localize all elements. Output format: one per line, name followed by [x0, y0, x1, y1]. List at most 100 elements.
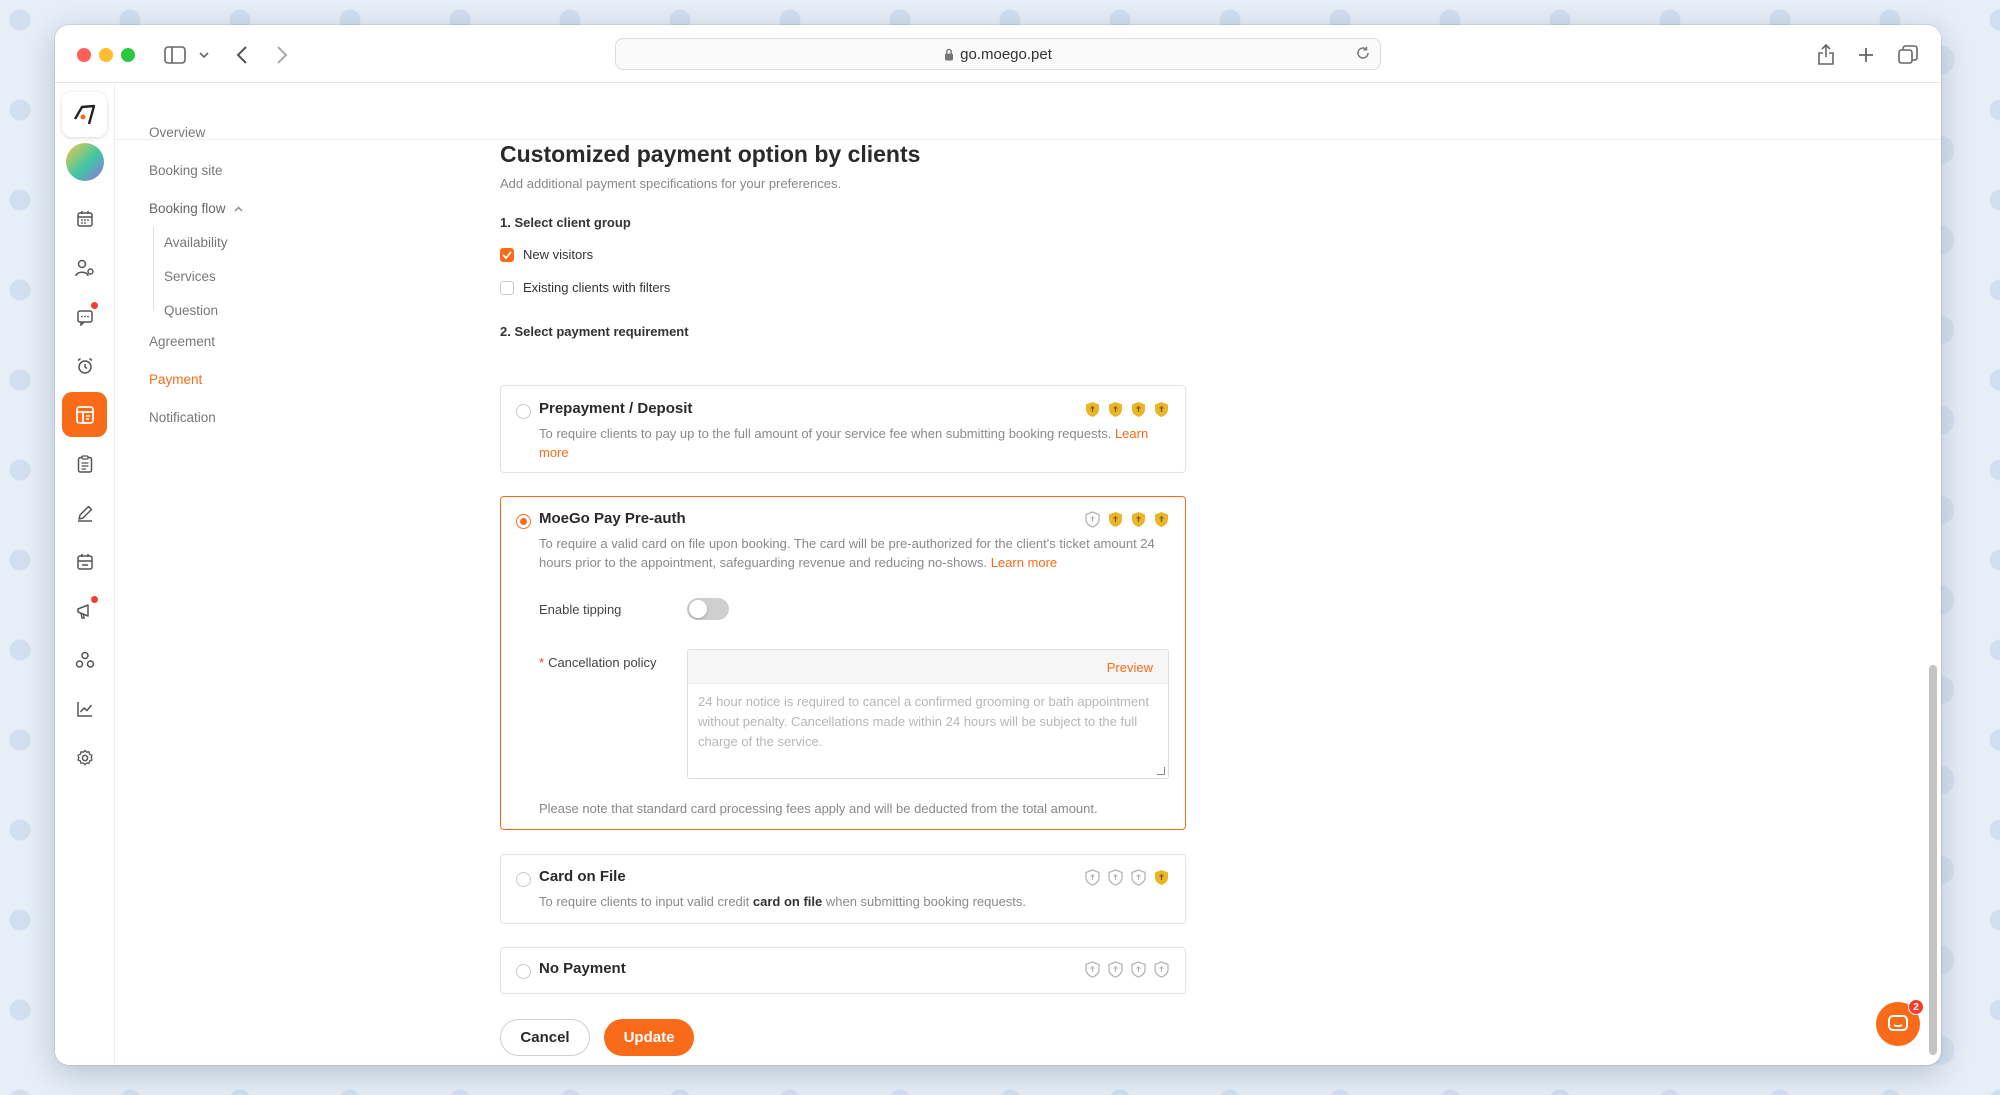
shield-gold-icon — [1107, 401, 1123, 418]
new-visitors-label: New visitors — [523, 247, 594, 262]
calendar-icon[interactable] — [62, 196, 107, 241]
tab-overview-icon[interactable] — [1894, 41, 1922, 69]
app-header — [115, 84, 1941, 140]
shield-gold-icon — [1130, 401, 1146, 418]
prepayment-title: Prepayment / Deposit — [539, 400, 693, 417]
store-avatar-icon — [65, 142, 104, 181]
subnav-tree-line — [153, 227, 154, 311]
editor-toolbar: Preview — [688, 650, 1168, 684]
clients-icon[interactable] — [62, 245, 107, 290]
nav-availability[interactable]: Availability — [164, 235, 228, 250]
cancellation-policy-editor[interactable]: Preview 24 hour notice is required to ca… — [687, 649, 1169, 779]
messages-icon[interactable] — [62, 294, 107, 339]
page-subtitle: Add additional payment specifications fo… — [500, 176, 842, 191]
tipping-label: Enable tipping — [539, 602, 622, 617]
new-visitors-checkbox[interactable] — [500, 247, 514, 262]
no-payment-radio[interactable] — [516, 964, 531, 979]
business-avatar[interactable] — [62, 139, 107, 184]
page-scrollbar[interactable] — [1929, 665, 1937, 1055]
shield-gold-icon — [1153, 511, 1169, 528]
edit-pen-icon[interactable] — [62, 490, 107, 535]
lock-icon — [944, 48, 954, 61]
nav-question[interactable]: Question — [164, 303, 218, 318]
cancellation-policy-label: * Cancellation policy — [539, 655, 656, 670]
marketing-alert-dot — [91, 596, 98, 603]
policy-preview-button[interactable]: Preview — [1107, 660, 1153, 675]
shield-grey-icon — [1084, 869, 1100, 886]
nav-services[interactable]: Services — [164, 269, 216, 284]
nav-booking-flow[interactable]: Booking flow — [149, 201, 243, 216]
shield-grey-icon — [1084, 961, 1100, 978]
chevron-up-icon — [234, 206, 243, 211]
required-asterisk: * — [539, 655, 545, 670]
address-bar[interactable]: go.moego.pet — [615, 38, 1381, 70]
support-chat-button[interactable]: 2 — [1876, 999, 1924, 1046]
schedule-icon[interactable] — [62, 539, 107, 584]
card-on-file-desc-before: To require clients to input valid credit — [539, 894, 753, 909]
marketing-icon[interactable] — [62, 588, 107, 633]
back-icon[interactable] — [228, 41, 256, 69]
no-payment-option-card[interactable]: No Payment — [500, 947, 1186, 994]
nav-booking-site[interactable]: Booking site — [149, 163, 223, 178]
existing-clients-option[interactable]: Existing clients with filters — [500, 280, 670, 295]
plan-tier-shields — [1084, 401, 1169, 418]
nav-overview[interactable]: Overview — [149, 125, 205, 140]
processing-fee-note: Please note that standard card processin… — [539, 801, 1098, 816]
preauth-desc-text: To require a valid card on file upon boo… — [539, 536, 1155, 570]
cancellation-policy-textarea[interactable]: 24 hour notice is required to cancel a c… — [698, 692, 1158, 752]
zoom-window-button[interactable] — [121, 48, 135, 62]
close-window-button[interactable] — [77, 48, 91, 62]
preauth-option-card[interactable]: MoeGo Pay Pre-auth To require a valid ca… — [500, 496, 1186, 830]
page-title: Customized payment option by clients — [500, 141, 921, 167]
browser-window: go.moego.pet Overview Booking site Booki… — [55, 25, 1941, 1065]
prepayment-option-card[interactable]: Prepayment / Deposit To require clients … — [500, 385, 1186, 473]
plan-tier-shields — [1084, 961, 1169, 978]
plan-tier-shields — [1084, 511, 1169, 528]
existing-clients-checkbox[interactable] — [500, 280, 514, 295]
forward-icon[interactable] — [268, 41, 296, 69]
chevron-down-icon[interactable] — [190, 41, 218, 69]
shield-grey-icon — [1107, 869, 1123, 886]
existing-clients-label: Existing clients with filters — [523, 280, 671, 295]
app-icon-rail — [55, 84, 115, 1065]
nav-agreement[interactable]: Agreement — [149, 334, 215, 349]
nav-booking-flow-label: Booking flow — [149, 201, 226, 216]
url-text: go.moego.pet — [960, 45, 1052, 63]
minimize-window-button[interactable] — [99, 48, 113, 62]
card-on-file-option-card[interactable]: Card on File To require clients to input… — [500, 854, 1186, 924]
preauth-radio[interactable] — [516, 514, 531, 529]
online-booking-icon[interactable] — [62, 392, 107, 437]
new-visitors-option[interactable]: New visitors — [500, 247, 593, 262]
no-payment-title: No Payment — [539, 960, 626, 977]
prepayment-description: To require clients to pay up to the full… — [539, 424, 1169, 462]
tipping-toggle[interactable] — [687, 598, 729, 620]
plan-tier-shields — [1084, 869, 1169, 886]
share-icon[interactable] — [1812, 41, 1840, 69]
shield-grey-icon — [1153, 961, 1169, 978]
settings-gear-icon[interactable] — [62, 735, 107, 780]
reminder-alarm-icon[interactable] — [62, 343, 107, 388]
card-on-file-radio[interactable] — [516, 872, 531, 887]
cancellation-policy-label-text: Cancellation policy — [548, 655, 657, 670]
shield-grey-icon — [1107, 961, 1123, 978]
preauth-learn-more-link[interactable]: Learn more — [991, 555, 1057, 570]
client-group-label: 1. Select client group — [500, 215, 631, 230]
reports-clipboard-icon[interactable] — [62, 441, 107, 486]
browser-toolbar: go.moego.pet — [55, 25, 1941, 83]
analytics-chart-icon[interactable] — [62, 686, 107, 731]
chat-unread-badge: 2 — [1908, 999, 1924, 1015]
card-on-file-title: Card on File — [539, 868, 626, 885]
resize-handle-icon[interactable] — [1157, 767, 1165, 775]
new-tab-icon[interactable] — [1852, 41, 1880, 69]
moego-logo-icon[interactable] — [62, 92, 107, 137]
messages-alert-dot — [91, 302, 98, 309]
preauth-title: MoeGo Pay Pre-auth — [539, 510, 686, 527]
sidebar-toggle-icon[interactable] — [161, 41, 189, 69]
nav-payment[interactable]: Payment — [149, 372, 202, 387]
cancel-button[interactable]: Cancel — [500, 1019, 590, 1056]
prepayment-radio[interactable] — [516, 404, 531, 419]
reload-icon[interactable] — [1356, 46, 1370, 60]
team-network-icon[interactable] — [62, 637, 107, 682]
update-button[interactable]: Update — [604, 1019, 694, 1056]
nav-notification[interactable]: Notification — [149, 410, 216, 425]
